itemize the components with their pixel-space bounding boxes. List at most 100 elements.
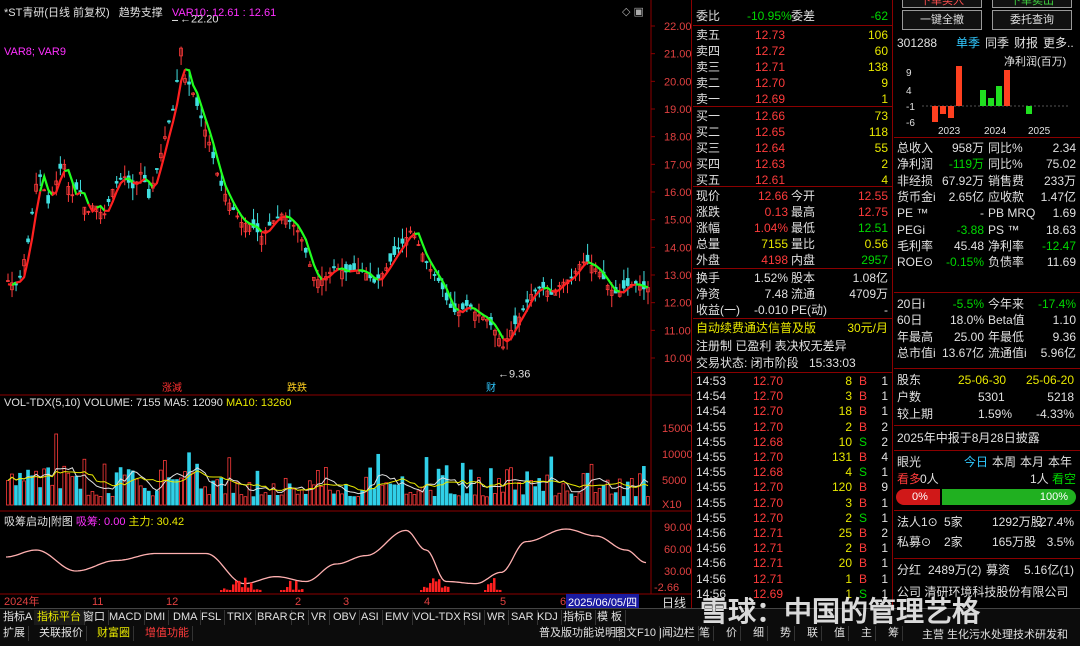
volume-bar	[283, 477, 288, 506]
stat2-label: 换手	[696, 271, 721, 285]
bottom-tab-9[interactable]: CR	[286, 610, 309, 625]
bottom-tab-18[interactable]: KDJ	[534, 610, 562, 625]
tick-volume: 4	[845, 465, 852, 480]
fin-value: 958万	[951, 141, 984, 155]
buy-level: 买四	[696, 157, 721, 171]
bottom-tab-5[interactable]: DMA	[170, 610, 202, 625]
bottom-tab-19[interactable]: 指标B	[560, 610, 597, 625]
event-marker[interactable]: 涨減	[162, 381, 182, 394]
event-marker[interactable]: 财	[486, 381, 496, 394]
tick-row: 14:55 12.68 4 S 1	[693, 465, 892, 480]
fin-value: 45.48	[953, 238, 984, 253]
bottom-tab-12[interactable]: ASI	[358, 610, 383, 625]
stat2-value: 7.48	[764, 287, 788, 301]
tab-more[interactable]: 更多..	[1043, 35, 1074, 51]
volume-bar	[6, 480, 10, 506]
bull-bar[interactable]: 0%	[896, 489, 940, 505]
fin-value: 67.92万	[941, 173, 984, 188]
tab-quarter[interactable]: 单季	[956, 35, 980, 51]
volume-bar	[94, 494, 99, 506]
price-axis-label: 17.00	[664, 159, 692, 171]
bottom-tab-6[interactable]: FSL	[198, 610, 226, 625]
bottom-tab-14[interactable]: VOL-TDX	[410, 610, 465, 625]
date-label: 2	[295, 596, 301, 608]
tick-time: 14:54	[696, 389, 727, 404]
vol-axis-label: 5000	[662, 475, 686, 487]
bottom-tab2-2[interactable]: 财富圈	[94, 626, 134, 641]
bottom-tab-11[interactable]: OBV	[330, 610, 361, 625]
tab-report[interactable]: 财报	[1014, 35, 1038, 51]
volume-bar	[328, 489, 332, 506]
event-marker[interactable]: 跌跌	[287, 381, 307, 394]
promo-row[interactable]: 自动续费通达信普及版 30元/月	[693, 320, 892, 336]
volume-bar	[167, 477, 171, 506]
stat2-label: 净资	[696, 287, 721, 301]
bottom-tab-right-1[interactable]: 图文F10	[612, 626, 660, 641]
eye-tab-week[interactable]: 本周	[992, 454, 1016, 470]
buy-order-button[interactable]: 下单买入	[902, 0, 982, 8]
bottom-tab2-0[interactable]: 扩展	[0, 626, 29, 641]
volume-bar	[573, 496, 578, 506]
sell-row: 卖四 12.72 60	[693, 43, 892, 59]
indicator-name[interactable]: 趋势支撑	[119, 7, 163, 19]
fin-y-label: 9	[906, 68, 912, 79]
vol-name[interactable]: VOL-TDX(5,10)	[4, 397, 80, 409]
bottom-tab2-1[interactable]: 关联报价	[36, 626, 87, 641]
tick-time: 14:55	[696, 450, 727, 464]
sell-volume: 1	[881, 92, 888, 106]
bottom-tab2-3[interactable]: 增值功能	[142, 626, 193, 641]
volume-bar	[533, 486, 538, 506]
fin-label2: 同比%	[988, 157, 1023, 172]
volume-bar	[70, 476, 75, 506]
cancel-all-button[interactable]: 一键全撤	[902, 10, 982, 30]
ind-bar	[435, 581, 438, 592]
stat2-row: 净资 7.48 流通 4709万	[693, 286, 892, 302]
volume-bar	[58, 488, 63, 506]
report-notice[interactable]: 2025年中报于8月28日披露	[897, 430, 1040, 446]
bottom-tab-4[interactable]: DMI	[142, 610, 170, 625]
notice-row[interactable]: 2025年中报于8月28日披露	[894, 430, 1080, 446]
bottom-tab-16[interactable]: WR	[484, 610, 510, 625]
holder-pct: 27.4%	[1039, 515, 1074, 529]
promo-text[interactable]: 自动续费通达信普及版	[696, 320, 816, 336]
bottom-tab-right-2[interactable]: |闻边栏	[656, 626, 699, 641]
eye-tab-year[interactable]: 本年	[1048, 454, 1072, 470]
candle-body	[525, 299, 529, 303]
volume-bar	[114, 472, 119, 506]
tick-side: B	[859, 419, 868, 434]
volume-bar	[380, 484, 385, 506]
bottom-tab-10[interactable]: VR	[308, 610, 331, 625]
eye-tab-today[interactable]: 今日	[964, 454, 988, 470]
chart-icons[interactable]: ◇ ▣	[622, 5, 644, 18]
promo-price[interactable]: 30元/月	[847, 320, 888, 336]
tick-row: 14:55 12.70 120 B 9	[693, 480, 892, 495]
ind-name[interactable]: 吸筹启动|附图	[4, 516, 73, 528]
bottom-tab-7[interactable]: TRIX	[224, 610, 257, 625]
bear-bar[interactable]: 100%	[942, 489, 1076, 505]
bottom-tab-right-0[interactable]: 普及版功能说明	[536, 626, 620, 641]
bottom-tab-1[interactable]: 指标平台	[34, 610, 85, 625]
bottom-tab-0[interactable]: 指标A	[0, 610, 37, 625]
candle-body	[460, 303, 465, 310]
stat-row: 总量 7155 量比 0.56	[693, 236, 892, 252]
bottom-tab-13[interactable]: EMV	[382, 610, 413, 625]
tick-time: 14:55	[696, 480, 727, 495]
bottom-tab-2[interactable]: 窗口	[80, 610, 109, 625]
volume-bar	[78, 488, 83, 506]
bottom-tab-20[interactable]: 模 板	[594, 610, 627, 625]
tab-same-quarter[interactable]: 同季	[985, 35, 1009, 51]
candle-body	[303, 247, 308, 253]
tick-price: 12.71	[753, 526, 784, 540]
candle-body	[444, 292, 449, 301]
fin-value2: 1.47亿	[1040, 189, 1076, 204]
volume-bar	[396, 484, 401, 506]
fin-year-label: 2023	[938, 126, 961, 137]
sell-order-button[interactable]: 下单卖出	[992, 0, 1072, 8]
order-query-button[interactable]: 委托查询	[992, 10, 1072, 30]
net-profit-bar	[932, 106, 938, 122]
eye-tab-month[interactable]: 本月	[1020, 454, 1044, 470]
bottom-tab-15[interactable]: RSI	[460, 610, 486, 625]
tick-count: 1	[881, 541, 888, 556]
buy-price: 12.63	[755, 157, 786, 171]
bottom-tab-3[interactable]: MACD	[106, 610, 146, 625]
